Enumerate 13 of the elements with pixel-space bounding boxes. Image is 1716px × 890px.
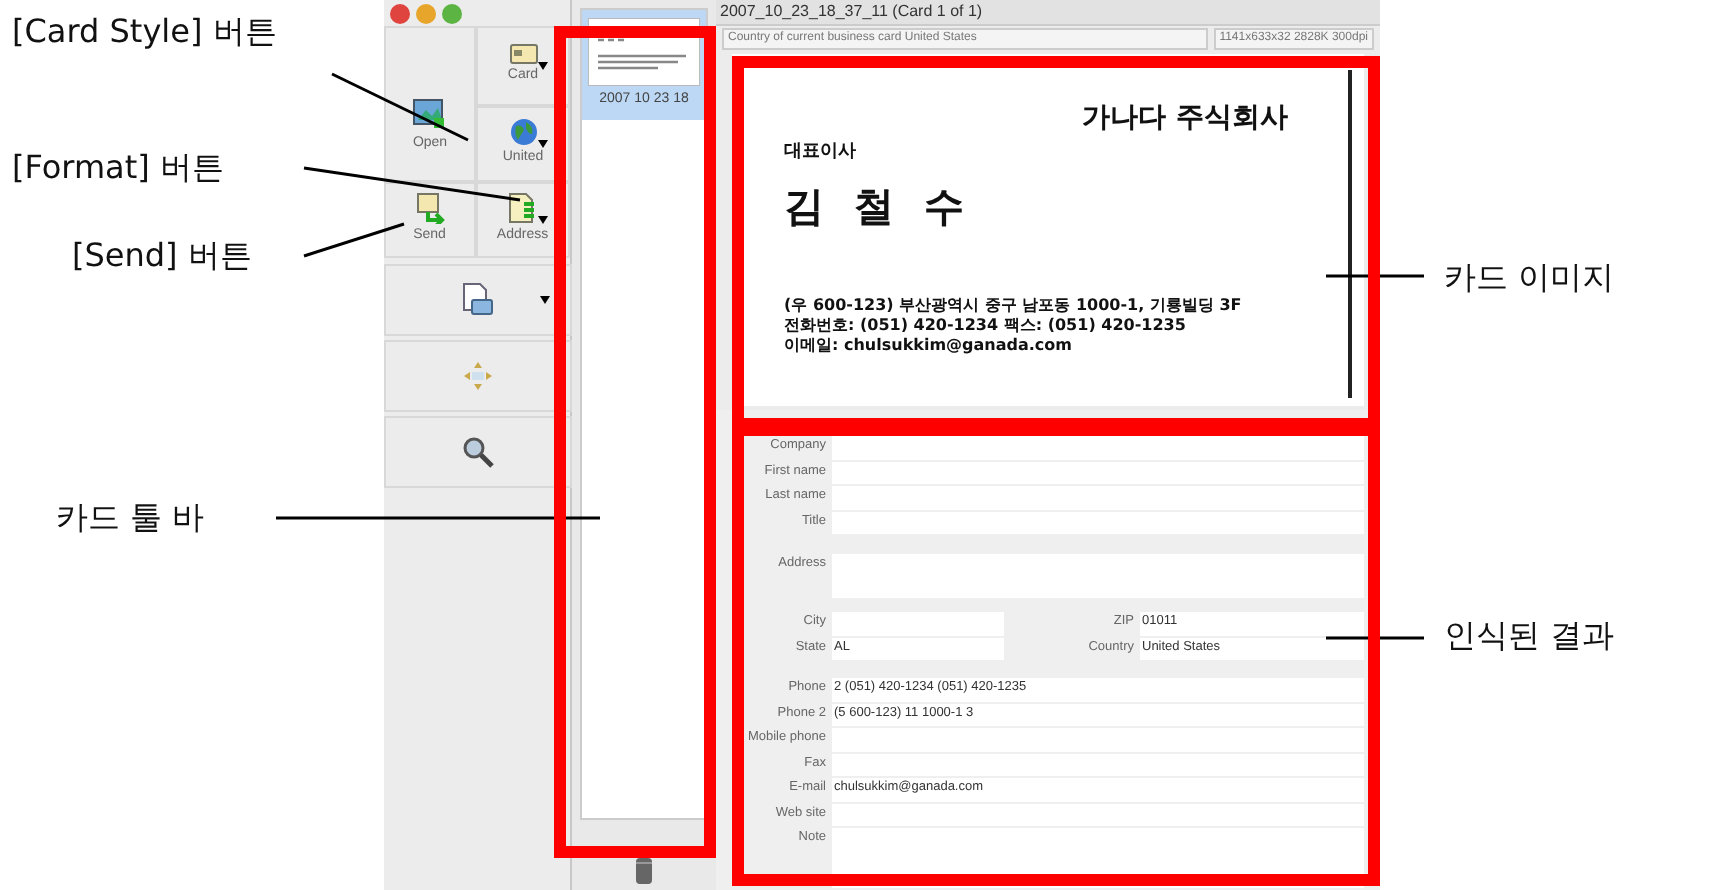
position-text: 대표이사 (784, 140, 856, 166)
card-text-line: 이메일: chulsukkim@ganada.com (784, 335, 1074, 355)
callout-label: 카드 이미지 (1444, 262, 1615, 294)
callout-label: 인식된 결과 (1444, 620, 1615, 652)
card-text-line: 전화번호: (051) 420-1234 팩스: (051) 420-1235 (784, 315, 1188, 335)
callout-label: [Card Style] 버튼 (12, 16, 277, 48)
callout-label: [Send] 버튼 (72, 240, 252, 272)
document-title: 2007_10_23_18_37_11 (Card 1 of 1) (716, 0, 1380, 26)
company-text: 가나다 주식회사 (1082, 100, 1288, 138)
callout-label: [Format] 버튼 (12, 152, 224, 184)
callout-label: 카드 툴 바 (56, 502, 205, 534)
name-text: 김 철 수 (784, 179, 972, 233)
card-text-line: (우 600-123) 부산광역시 중구 남포동 1000-1, 기룡빌딩 3F (784, 295, 1244, 315)
